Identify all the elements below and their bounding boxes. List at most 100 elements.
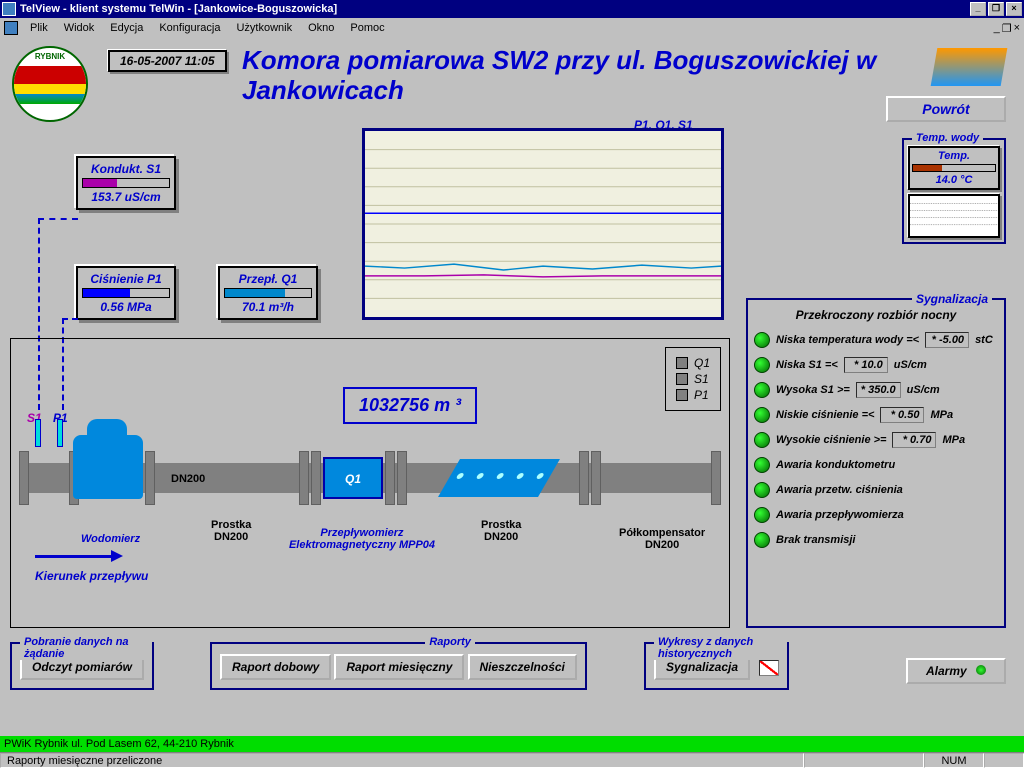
threshold-value: * -5.00 — [925, 332, 969, 348]
sygn-text: Awaria konduktometru — [776, 459, 895, 471]
temp-wody-group: Temp. wody Temp. 14.0 °C — [902, 138, 1006, 244]
sygnalizacja-title: Sygnalizacja — [912, 292, 992, 306]
status-led-icon — [754, 482, 770, 498]
alarmy-led-icon — [976, 665, 986, 675]
sensor-p1-icon — [57, 419, 63, 447]
minimize-button[interactable]: _ — [970, 2, 986, 16]
menubar: Plik Widok Edycja Konfiguracja Użytkowni… — [0, 18, 1024, 38]
main-chart — [362, 128, 724, 320]
child-minimize-button[interactable]: _ — [994, 22, 1000, 35]
threshold-value: * 0.70 — [892, 432, 936, 448]
menu-pomoc[interactable]: Pomoc — [342, 20, 392, 36]
flow-direction-label: Kierunek przepływu — [35, 569, 148, 583]
sygn-text: Brak transmisji — [776, 534, 855, 546]
raporty-group: Raporty Raport dobowy Raport miesięczny … — [210, 642, 587, 690]
chart-icon — [759, 660, 779, 676]
sygn-row: Awaria przepływomierza — [754, 507, 998, 523]
flange-icon — [711, 451, 721, 505]
app-icon — [2, 2, 16, 16]
threshold-value: * 350.0 — [856, 382, 901, 398]
status-led-icon — [754, 432, 770, 448]
raporty-title: Raporty — [425, 636, 475, 648]
sygn-row: Niskie ciśnienie =<* 0.50MPa — [754, 407, 998, 423]
menu-edycja[interactable]: Edycja — [102, 20, 151, 36]
sygn-row: Awaria konduktometru — [754, 457, 998, 473]
sygn-row: Wysokie ciśnienie >=* 0.70MPa — [754, 432, 998, 448]
legend-s1: S1 — [694, 372, 709, 386]
flange-icon — [591, 451, 601, 505]
temp-value: 14.0 °C — [912, 174, 996, 186]
status-led-icon — [754, 507, 770, 523]
statusbar: Raporty miesięczne przeliczone NUM — [0, 752, 1024, 768]
flange-icon — [579, 451, 589, 505]
sygn-text: Niska temperatura wody =< — [776, 334, 919, 346]
alarmy-button[interactable]: Alarmy — [906, 658, 1006, 684]
menu-uzytkownik[interactable]: Użytkownik — [228, 20, 300, 36]
temp-mini-chart — [908, 194, 1000, 238]
raport-dobowy-button[interactable]: Raport dobowy — [220, 654, 331, 680]
threshold-unit: MPa — [930, 409, 953, 421]
alarmy-label: Alarmy — [926, 664, 967, 678]
child-maximize-button[interactable]: ❐ — [1002, 22, 1012, 35]
maximize-button[interactable]: ❐ — [988, 2, 1004, 16]
status-spacer — [804, 753, 924, 768]
dash-line — [62, 318, 78, 320]
menu-konfiguracja[interactable]: Konfiguracja — [151, 20, 228, 36]
return-button[interactable]: Powrót — [886, 96, 1006, 122]
polkompensator-label: Półkompensator DN200 — [619, 527, 705, 551]
menu-plik[interactable]: Plik — [22, 20, 56, 36]
pipe-diagram: S1 P1 1032756 m ³ Q1 S1 P1 Q1 DN200 Wodo… — [10, 338, 730, 628]
cisnienie-box: Ciśnienie P1 0.56 MPa — [76, 266, 176, 320]
cisnienie-label: Ciśnienie P1 — [82, 272, 170, 286]
sygn-text: Awaria przepływomierza — [776, 509, 904, 521]
flange-icon — [385, 451, 395, 505]
wodomierz-label: Wodomierz — [81, 533, 140, 545]
flow-meter-icon: Q1 — [323, 457, 383, 499]
kondukt-value: 153.7 uS/cm — [82, 190, 170, 204]
dn200-label: DN200 — [171, 473, 205, 485]
threshold-unit: uS/cm — [894, 359, 927, 371]
company-logo: RYBNIK — [12, 46, 88, 122]
sygnalizacja-panel: Sygnalizacja Przekroczony rozbiór nocny … — [746, 298, 1006, 628]
chart-legend: Q1 S1 P1 — [665, 347, 721, 411]
status-led-icon — [754, 457, 770, 473]
nieszczelnosci-button[interactable]: Nieszczelności — [468, 654, 577, 680]
flange-icon — [311, 451, 321, 505]
pobranie-group: Pobranie danych na żądanie Odczyt pomiar… — [10, 642, 154, 690]
scada-canvas: RYBNIK 16-05-2007 11:05 Komora pomiarowa… — [0, 38, 1024, 748]
threshold-value: * 10.0 — [844, 357, 888, 373]
status-led-icon — [754, 532, 770, 548]
sygn-text: Niskie ciśnienie =< — [776, 409, 874, 421]
close-button[interactable]: × — [1006, 2, 1022, 16]
child-close-button[interactable]: × — [1014, 22, 1020, 35]
menu-widok[interactable]: Widok — [56, 20, 103, 36]
menu-okno[interactable]: Okno — [300, 20, 342, 36]
raport-miesieczny-button[interactable]: Raport miesięczny — [334, 654, 464, 680]
titlebar: TelView - klient systemu TelWin - [Janko… — [0, 0, 1024, 18]
flange-icon — [299, 451, 309, 505]
sygn-text: Wysoka S1 >= — [776, 384, 850, 396]
przeplywomierz-label: Przepływomierz Elektromagnetyczny MPP04 — [287, 527, 437, 551]
threshold-unit: uS/cm — [907, 384, 940, 396]
threshold-unit: stC — [975, 334, 993, 346]
kondukt-box: Kondukt. S1 153.7 uS/cm — [76, 156, 176, 210]
przepl-label: Przepł. Q1 — [224, 272, 312, 286]
status-spacer2 — [984, 753, 1024, 768]
sygn-row: Niska S1 =< * 10.0 uS/cm — [754, 357, 998, 373]
przepl-box: Przepł. Q1 70.1 m³/h — [218, 266, 318, 320]
status-num: NUM — [924, 753, 984, 768]
cisnienie-value: 0.56 MPa — [82, 300, 170, 314]
wykresy-title: Wykresy z danych historycznych — [654, 636, 787, 660]
temp-box: Temp. 14.0 °C — [908, 146, 1000, 190]
status-led-icon — [754, 407, 770, 423]
status-led-icon — [754, 332, 770, 348]
sygn-row: Awaria przetw. ciśnienia — [754, 482, 998, 498]
sygn-text: Niska S1 =< — [776, 359, 838, 371]
sygn-row: Brak transmisji — [754, 532, 998, 548]
przepl-value: 70.1 m³/h — [224, 300, 312, 314]
threshold-unit: MPa — [942, 434, 965, 446]
wykresy-group: Wykresy z danych historycznych Sygnaliza… — [644, 642, 789, 690]
water-meter-icon — [73, 435, 143, 499]
flange-icon — [397, 451, 407, 505]
child-window-icon — [4, 21, 18, 35]
